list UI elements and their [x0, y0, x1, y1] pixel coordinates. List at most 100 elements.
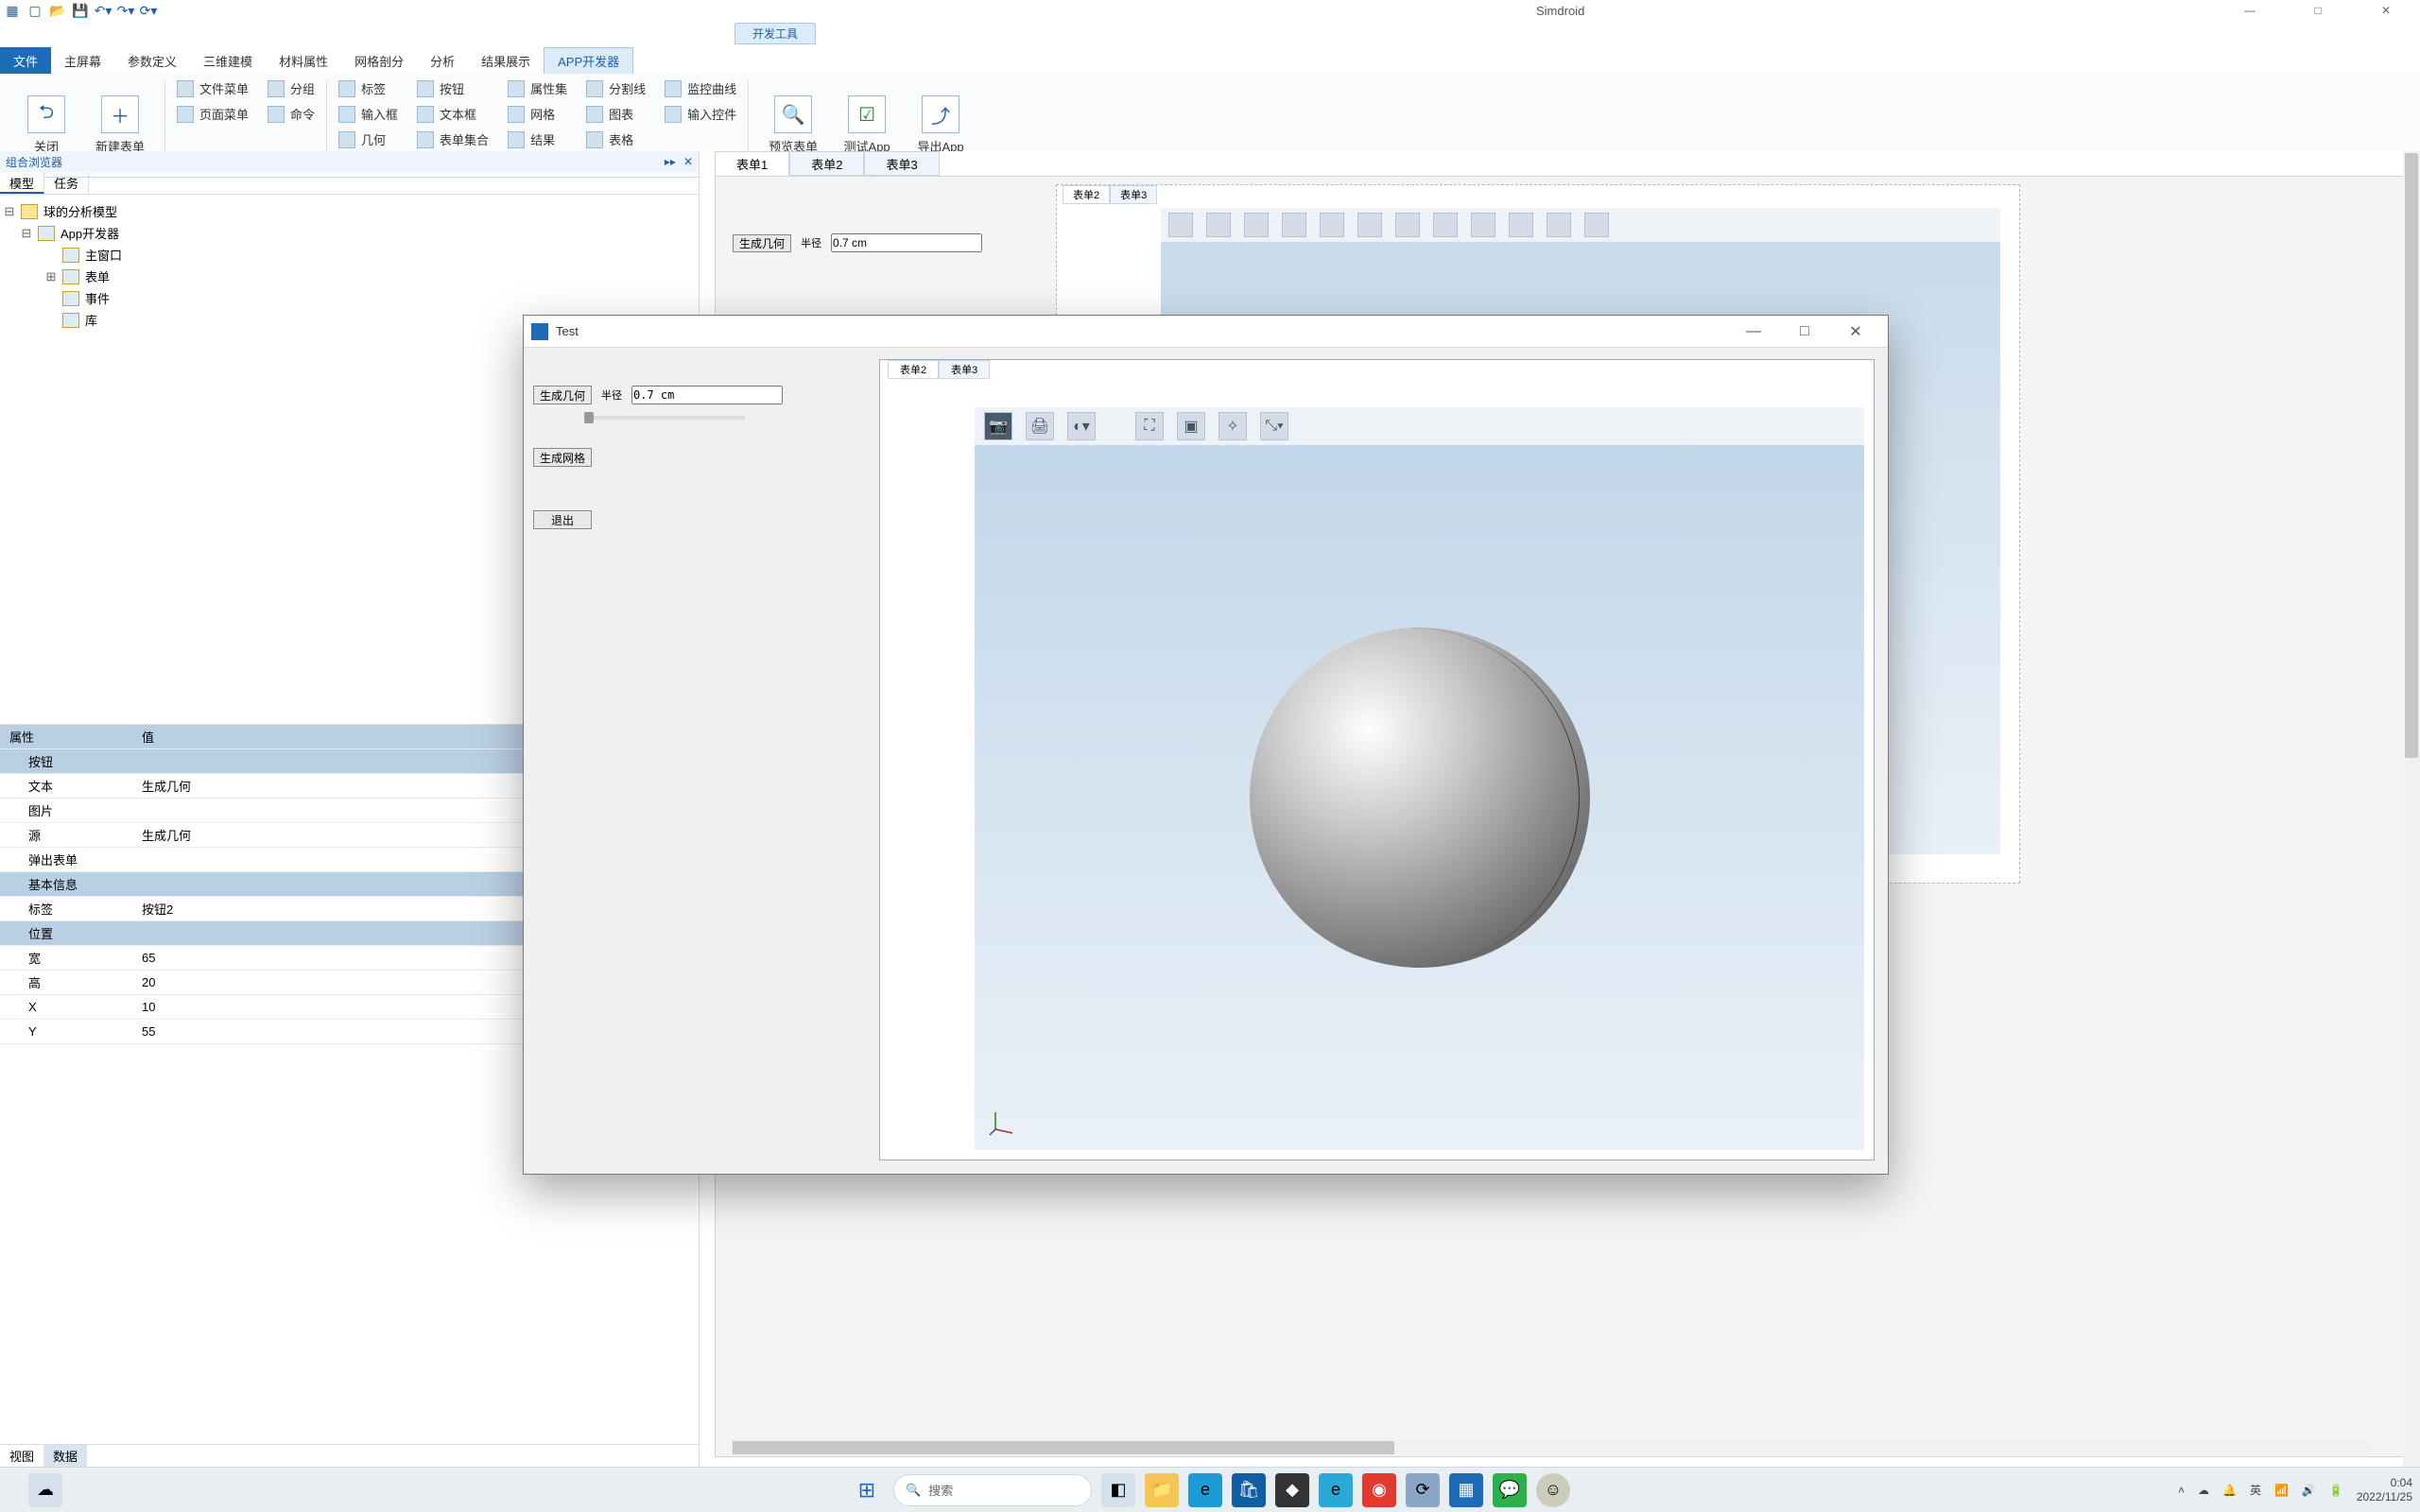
mini-tab-2[interactable]: 表单2: [1063, 185, 1110, 204]
expand-toggle[interactable]: ⊟: [4, 204, 15, 219]
tree-node-events[interactable]: 事件: [4, 287, 695, 309]
tray-security-icon[interactable]: 🔔: [2222, 1484, 2237, 1497]
modal-close[interactable]: ✕: [1831, 319, 1880, 344]
visibility-icon[interactable]: [1471, 213, 1495, 237]
ribbon-btn-property-set[interactable]: 属性集: [504, 77, 571, 99]
ruler-icon[interactable]: [1244, 213, 1269, 237]
modal-btn-gen-geom[interactable]: 生成几何: [533, 386, 592, 404]
undo-icon[interactable]: ↶▾: [95, 2, 112, 19]
zoom-box-icon[interactable]: [1357, 213, 1382, 237]
app-icon-3[interactable]: ◉: [1362, 1473, 1396, 1507]
expand-toggle[interactable]: ⊟: [21, 226, 32, 241]
ribbon-tab-mesh[interactable]: 网格剖分: [341, 47, 417, 74]
ribbon-btn-group[interactable]: 分组: [264, 77, 319, 99]
wechat-icon[interactable]: 💬: [1493, 1473, 1527, 1507]
ribbon-btn-button[interactable]: 按钮: [413, 77, 493, 99]
bottom-tab-data[interactable]: 数据: [43, 1445, 87, 1467]
ribbon-tab-analysis[interactable]: 分析: [417, 47, 468, 74]
camera-icon[interactable]: [1168, 213, 1193, 237]
sphere-geometry[interactable]: [1250, 627, 1590, 968]
modal-radius-input[interactable]: [631, 386, 783, 404]
modal-btn-gen-mesh[interactable]: 生成网格: [533, 448, 592, 467]
zoom-extents-icon[interactable]: ⛶: [1135, 412, 1164, 440]
tray-battery-icon[interactable]: 🔋: [2329, 1484, 2343, 1497]
avatar-icon[interactable]: ☺: [1536, 1473, 1570, 1507]
palette-icon[interactable]: [1282, 213, 1306, 237]
select-icon[interactable]: [1395, 213, 1420, 237]
radius-slider[interactable]: [584, 416, 745, 420]
zoom-box-icon[interactable]: ▣: [1177, 412, 1205, 440]
layers-icon[interactable]: [1509, 213, 1533, 237]
tray-ime[interactable]: 英: [2250, 1482, 2261, 1498]
print-icon[interactable]: [1206, 213, 1231, 237]
tray-chevron-icon[interactable]: ˄: [2178, 1484, 2185, 1497]
modal-maximize[interactable]: □: [1780, 319, 1829, 344]
browser-tab-task[interactable]: 任务: [44, 172, 89, 194]
modal-btn-exit[interactable]: 退出: [533, 510, 592, 529]
axis-icon[interactable]: ⤡▾: [1260, 412, 1288, 440]
tree-node-appdev[interactable]: ⊟App开发器: [4, 222, 695, 244]
weather-icon[interactable]: ☁: [28, 1473, 62, 1507]
ribbon-btn-form-set[interactable]: 表单集合: [413, 129, 493, 150]
ribbon-btn-mesh[interactable]: 网格: [504, 103, 571, 125]
ribbon-btn-input[interactable]: 输入框: [335, 103, 402, 125]
slider-thumb[interactable]: [584, 412, 594, 423]
camera-icon[interactable]: 📷: [984, 412, 1012, 440]
taskview-icon[interactable]: ◧: [1101, 1473, 1135, 1507]
expand-toggle[interactable]: ⊞: [45, 269, 57, 284]
zoom-extents-icon[interactable]: [1320, 213, 1344, 237]
ribbon-tab-params[interactable]: 参数定义: [114, 47, 190, 74]
new-icon[interactable]: ▢: [26, 2, 43, 19]
ribbon-btn-separator[interactable]: 分割线: [582, 77, 649, 99]
app-icon-2[interactable]: e: [1319, 1473, 1353, 1507]
open-icon[interactable]: 📂: [49, 2, 66, 19]
ribbon-btn-monitor-curve[interactable]: 监控曲线: [661, 77, 740, 99]
app-icon-1[interactable]: ◆: [1275, 1473, 1309, 1507]
print-icon[interactable]: 🖨: [1026, 412, 1054, 440]
tray-cloud-icon[interactable]: ☁: [2198, 1484, 2209, 1497]
explorer-icon[interactable]: 📁: [1145, 1473, 1179, 1507]
clear-sel-icon[interactable]: ✧: [1219, 412, 1247, 440]
ribbon-tab-material[interactable]: 材料属性: [266, 47, 341, 74]
ribbon-tab-home[interactable]: 主屏幕: [51, 47, 114, 74]
form-tab-1[interactable]: 表单1: [715, 151, 789, 176]
ribbon-tab-appdev[interactable]: APP开发器: [544, 47, 633, 74]
tree-node-root[interactable]: ⊟球的分析模型: [4, 200, 695, 222]
ribbon-btn-label[interactable]: 标签: [335, 77, 402, 99]
modal-tab-2[interactable]: 表单2: [888, 360, 939, 379]
ribbon-btn-input-widget[interactable]: 输入控件: [661, 103, 740, 125]
tray-volume-icon[interactable]: 🔊: [2302, 1484, 2316, 1497]
copy-icon[interactable]: [1547, 213, 1571, 237]
tree-node-forms[interactable]: ⊞表单: [4, 266, 695, 287]
ribbon-btn-textbox[interactable]: 文本框: [413, 103, 493, 125]
ribbon-btn-geometry[interactable]: 几何: [335, 129, 402, 150]
modal-minimize[interactable]: —: [1729, 319, 1778, 344]
browser-tab-model[interactable]: 模型: [0, 172, 44, 194]
ribbon-btn-chart[interactable]: 图表: [582, 103, 649, 125]
h-scroll-thumb[interactable]: [733, 1441, 1394, 1454]
v-scrollbar[interactable]: [2403, 151, 2420, 1467]
tray-clock[interactable]: 0:04 2022/11/25: [2357, 1476, 2412, 1503]
window-minimize[interactable]: —: [2216, 0, 2284, 21]
taskbar-search[interactable]: 🔍 搜索: [893, 1474, 1092, 1506]
modal-titlebar[interactable]: Test — □ ✕: [524, 316, 1888, 348]
ribbon-btn-result[interactable]: 结果: [504, 129, 571, 150]
form-tab-2[interactable]: 表单2: [789, 151, 864, 176]
window-maximize[interactable]: □: [2284, 0, 2352, 21]
expand-all-icon[interactable]: ▸▸: [665, 155, 676, 168]
dev-tools-contextual-tab[interactable]: 开发工具: [735, 23, 816, 44]
app-icon-4[interactable]: ⟳: [1406, 1473, 1440, 1507]
axis-icon[interactable]: [1433, 213, 1458, 237]
close-panel-icon[interactable]: ✕: [683, 155, 693, 168]
paste-icon[interactable]: [1584, 213, 1609, 237]
save-icon[interactable]: 💾: [72, 2, 89, 19]
ribbon-btn-page-menu[interactable]: 页面菜单: [173, 103, 252, 125]
ribbon-tab-file[interactable]: 文件: [0, 47, 51, 74]
h-scrollbar[interactable]: [731, 1439, 2370, 1456]
ribbon-tab-3dmodel[interactable]: 三维建模: [190, 47, 266, 74]
ribbon-tab-results[interactable]: 结果展示: [468, 47, 544, 74]
edge-icon[interactable]: e: [1188, 1473, 1222, 1507]
redo-icon[interactable]: ↷▾: [117, 2, 134, 19]
v-scroll-thumb[interactable]: [2405, 153, 2418, 758]
mini-tab-3[interactable]: 表单3: [1110, 185, 1157, 204]
